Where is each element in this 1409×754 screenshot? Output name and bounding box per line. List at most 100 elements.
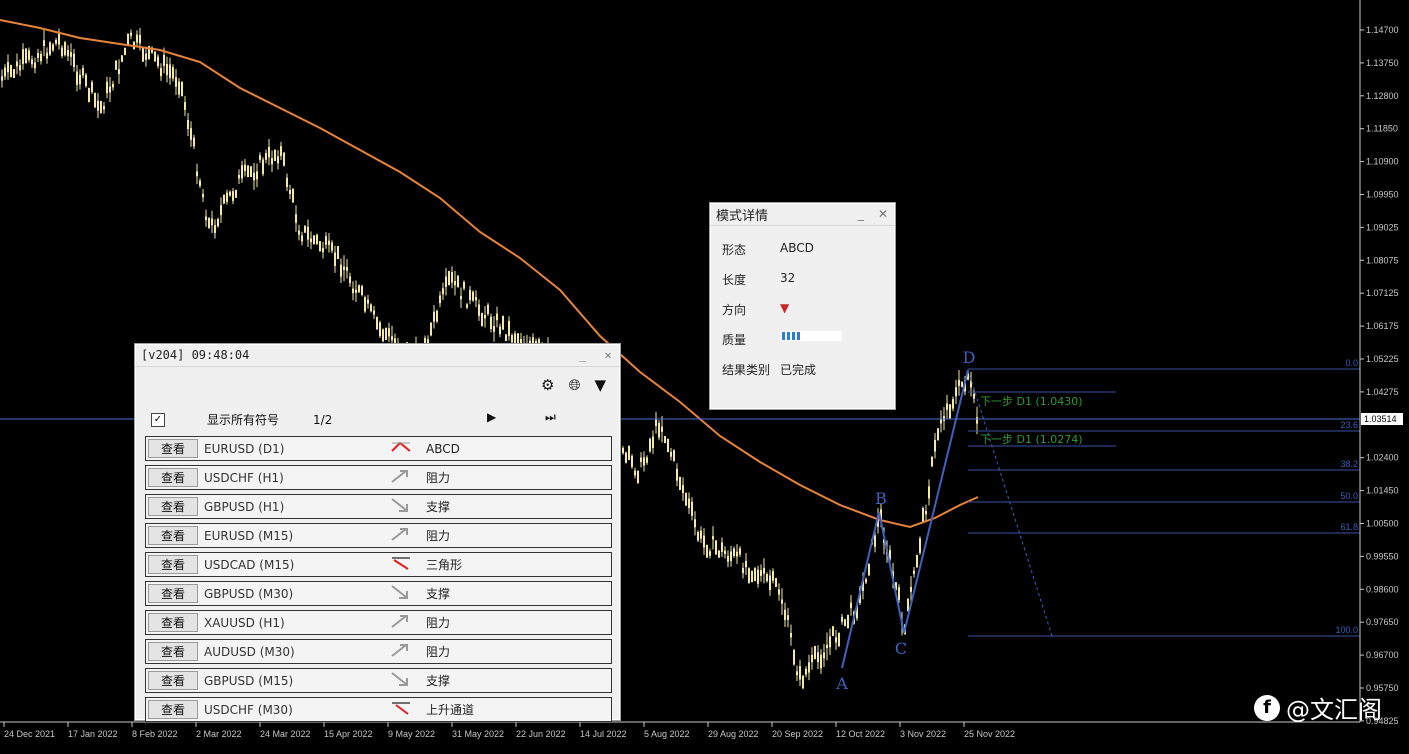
candle-body [385, 327, 387, 341]
candle-body [493, 326, 495, 332]
detail-row: 质量 [722, 331, 842, 348]
view-button[interactable]: 查看 [148, 439, 198, 458]
view-button[interactable]: 查看 [148, 526, 198, 545]
candle-body [319, 241, 321, 252]
candle-body [193, 137, 195, 147]
symbol-label: USDCHF (M30) [204, 702, 293, 717]
candle-body [769, 575, 771, 591]
price-tick-label: 1.07125 [1366, 288, 1399, 298]
list-item[interactable]: 查看 GBPUSD (M15) 支撑 [145, 668, 612, 693]
pattern-detail-panel: 模式详情 _ ✕ 形态 ABCD 长度 32 方向 ▼ 质量 结果类别 已完成 [709, 202, 896, 410]
view-button[interactable]: 查看 [148, 468, 198, 487]
detail-panel-titlebar[interactable]: 模式详情 _ ✕ [710, 203, 895, 226]
candle-body [334, 252, 336, 267]
candle-body [754, 567, 756, 582]
date-tick-label: 22 Jun 2022 [516, 729, 566, 739]
candle-body [739, 548, 741, 555]
candle-body [124, 47, 126, 56]
candle-body [796, 671, 798, 676]
candle-body [502, 315, 504, 330]
price-tick-label: 1.01450 [1366, 486, 1399, 496]
date-tick-label: 25 Nov 2022 [964, 729, 1015, 739]
play-icon[interactable]: ▶ [487, 410, 496, 424]
list-item[interactable]: 查看 USDCHF (M30) 上升通道 [145, 697, 612, 722]
candle-body [433, 311, 435, 322]
list-item[interactable]: 查看 AUDUSD (M30) 阻力 [145, 639, 612, 664]
date-tick-label: 17 Jan 2022 [68, 729, 118, 739]
candle-body [139, 34, 141, 44]
date-tick-label: 8 Feb 2022 [132, 729, 178, 739]
pattern-point-a: A [835, 674, 848, 693]
candle-body [292, 188, 294, 203]
list-item[interactable]: 查看 XAUUSD (H1) 阻力 [145, 610, 612, 635]
list-item[interactable]: 查看 EURUSD (M15) 阻力 [145, 523, 612, 548]
close-icon[interactable]: ✕ [877, 207, 889, 221]
view-button[interactable]: 查看 [148, 584, 198, 603]
pattern-name: 阻力 [426, 529, 451, 543]
candle-body [43, 40, 45, 47]
candle-body [205, 216, 207, 220]
candle-body [496, 313, 498, 321]
detail-key: 方向 [722, 303, 747, 317]
view-button[interactable]: 查看 [148, 613, 198, 632]
candle-body [49, 42, 51, 55]
candle-body [658, 422, 660, 438]
price-tick-label: 1.06175 [1366, 321, 1399, 331]
candle-body [346, 266, 348, 271]
pattern-type-icon [390, 671, 426, 690]
price-tick-label: 1.14700 [1366, 25, 1399, 35]
candle-body [214, 225, 216, 233]
price-tick-label: 0.98600 [1366, 584, 1399, 594]
candle-body [355, 289, 357, 293]
price-tick-label: 0.97650 [1366, 617, 1399, 627]
close-icon[interactable]: ✕ [602, 348, 614, 362]
candle-body [649, 438, 651, 452]
candle-body [724, 550, 726, 555]
fast-forward-icon[interactable]: ⏭ [545, 410, 556, 425]
filter-icon[interactable]: ▼ [594, 376, 606, 394]
view-button[interactable]: 查看 [148, 555, 198, 574]
gear-icon[interactable]: ⚙ [541, 376, 554, 394]
candle-body [106, 81, 108, 94]
view-button[interactable]: 查看 [148, 497, 198, 516]
minimize-icon[interactable]: _ [577, 348, 589, 362]
globe-icon[interactable]: 🌐︎ [568, 376, 580, 394]
list-panel-title: [v204] 09:48:04 [141, 348, 250, 362]
candle-body [358, 285, 360, 293]
view-button[interactable]: 查看 [148, 642, 198, 661]
minimize-icon[interactable]: _ [855, 207, 867, 221]
view-button[interactable]: 查看 [148, 700, 198, 719]
detail-panel-title: 模式详情 [716, 208, 769, 224]
detail-key: 质量 [722, 333, 747, 347]
price-tick-label: 0.99550 [1366, 551, 1399, 561]
candle-body [22, 49, 24, 64]
candle-body [202, 193, 204, 198]
candle-body [82, 68, 84, 76]
list-item[interactable]: 查看 GBPUSD (M30) 支撑 [145, 581, 612, 606]
candle-body [157, 56, 159, 67]
candle-body [958, 379, 960, 386]
list-item[interactable]: 查看 GBPUSD (H1) 支撑 [145, 494, 612, 519]
pattern-point-c: C [895, 639, 907, 658]
show-all-checkbox[interactable]: ✓ [151, 412, 165, 427]
price-tick-label: 0.96700 [1366, 650, 1399, 660]
candle-body [322, 248, 324, 253]
list-panel-titlebar[interactable]: [v204] 09:48:04 _ ✕ [135, 344, 620, 367]
list-item[interactable]: 查看 USDCHF (H1) 阻力 [145, 465, 612, 490]
candle-body [172, 67, 174, 79]
candle-body [451, 272, 453, 283]
view-button[interactable]: 查看 [148, 671, 198, 690]
list-item[interactable]: 查看 USDCAD (M15) 三角形 [145, 552, 612, 577]
candle-body [226, 192, 228, 202]
candle-body [58, 33, 60, 45]
date-tick-label: 20 Sep 2022 [772, 729, 823, 739]
candle-body [943, 416, 945, 421]
candle-body [976, 417, 978, 424]
candle-body [391, 336, 393, 341]
list-item[interactable]: 查看 EURUSD (D1) ABCD [145, 436, 612, 461]
candle-body [223, 194, 225, 204]
candle-body [304, 225, 306, 233]
candle-body [271, 158, 273, 165]
candle-body [814, 645, 816, 660]
candle-body [388, 328, 390, 337]
